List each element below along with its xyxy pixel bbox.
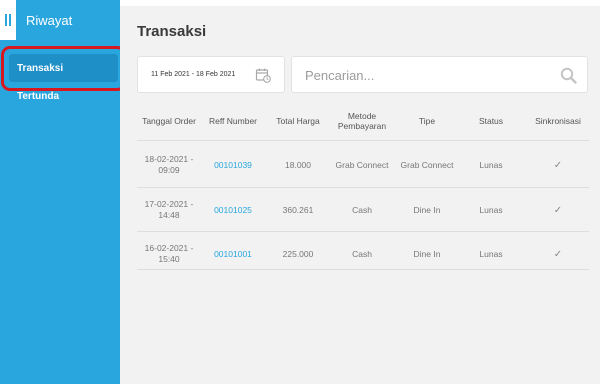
column-header-total-harga: Total Harga: [276, 116, 320, 126]
sidebar-item-transaksi[interactable]: Transaksi: [9, 54, 118, 82]
table-cell-tanggal: 17-02-2021 - 14:48: [144, 199, 194, 220]
sidebar-header: Riwayat: [0, 0, 120, 40]
page-title: Transaksi: [137, 23, 207, 40]
sidebar-title: Riwayat: [26, 12, 73, 28]
column-header-reff-number: Reff Number: [208, 116, 258, 126]
column-header-sinkronisasi: Sinkronisasi: [535, 116, 581, 126]
table-cell-total: 18.000: [285, 159, 311, 170]
column-header-tipe: Tipe: [418, 116, 436, 126]
table-cell-reff-link[interactable]: 00101039: [205, 148, 261, 182]
search-box: [291, 56, 588, 93]
table-cell-tipe: Dine In: [413, 248, 441, 259]
table-cell-total: 360.261: [282, 204, 314, 215]
date-range-picker[interactable]: 11 Feb 2021 - 18 Feb 2021: [137, 56, 285, 93]
menu-icon: [5, 14, 7, 26]
menu-icon-bar: [9, 14, 11, 26]
sync-check-icon: ✓: [553, 159, 563, 171]
search-icon[interactable]: [560, 67, 577, 84]
sync-check-icon: ✓: [553, 248, 563, 260]
table-cell-status: Lunas: [479, 204, 503, 215]
calendar-icon: [255, 68, 271, 83]
table-cell-tanggal: 16-02-2021 - 15:40: [144, 243, 194, 264]
row-divider: [137, 187, 589, 188]
header-divider: [137, 140, 589, 141]
menu-toggle-button[interactable]: [0, 0, 16, 40]
sidebar-item-tertunda[interactable]: Tertunda: [17, 91, 59, 102]
main-panel: Transaksi 11 Feb 2021 - 18 Feb 2021 Tang…: [120, 6, 600, 384]
column-header-metode-pembayaran: Metode Pembayaran: [337, 111, 387, 131]
table-cell-tipe: Grab Connect: [400, 159, 454, 170]
column-header-tanggal-order: Tanggal Order: [142, 116, 196, 126]
search-input[interactable]: [305, 65, 545, 85]
row-divider: [137, 269, 589, 270]
table-cell-reff-link[interactable]: 00101001: [205, 237, 261, 271]
table-cell-metode: Cash: [352, 204, 372, 215]
table-cell-tanggal: 18-02-2021 - 09:09: [144, 154, 194, 175]
date-range-text: 11 Feb 2021 - 18 Feb 2021: [151, 71, 236, 78]
row-divider: [137, 231, 589, 232]
table-cell-status: Lunas: [479, 159, 503, 170]
sidebar: Riwayat Transaksi Tertunda: [0, 0, 120, 384]
table-cell-tipe: Dine In: [413, 204, 441, 215]
table-cell-reff-link[interactable]: 00101025: [205, 193, 261, 227]
column-header-status: Status: [478, 116, 504, 126]
sync-check-icon: ✓: [553, 204, 563, 216]
table-cell-status: Lunas: [479, 248, 503, 259]
table-cell-metode: Grab Connect: [335, 159, 389, 170]
table-cell-metode: Cash: [352, 248, 372, 259]
table-cell-total: 225.000: [282, 248, 314, 259]
